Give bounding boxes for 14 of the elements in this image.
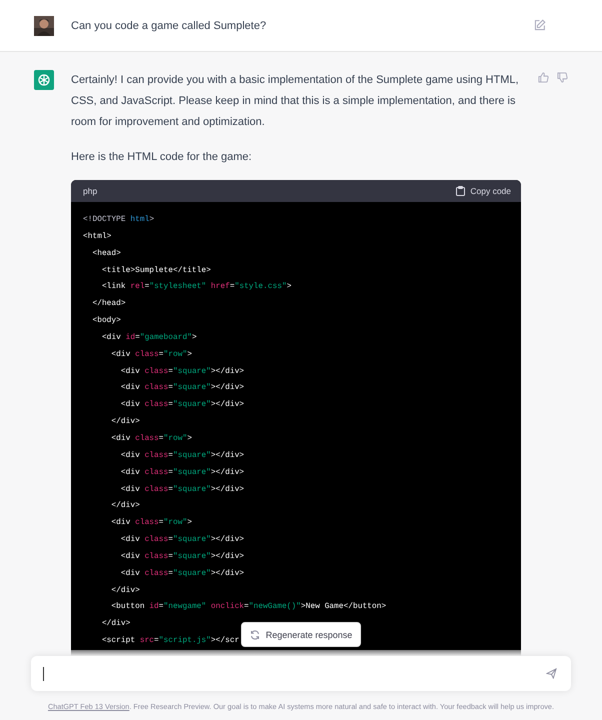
edit-icon[interactable] <box>533 19 546 32</box>
assistant-logo-icon <box>34 70 54 90</box>
code-language: php <box>83 186 98 196</box>
copy-code-button[interactable]: Copy code <box>456 186 511 196</box>
message-paragraph: Here is the HTML code for the game: <box>71 150 253 165</box>
send-icon[interactable] <box>546 668 557 679</box>
regenerate-response-button[interactable]: Regenerate response <box>240 622 362 647</box>
thumbs-up-icon[interactable] <box>538 72 549 83</box>
clipboard-icon <box>456 186 466 196</box>
message-paragraph: Certainly! I can provide you with a basic implementation of the Sumplete game using HTML, CSS, and JavaScript. Please keep in mind that this is a simple implementation, and there is room for improvement and optimization. <box>71 73 520 130</box>
user-message: Can you code a game called Sumplete? <box>71 20 268 32</box>
message-input-field[interactable] <box>31 656 571 691</box>
thumbs-down-icon[interactable] <box>557 72 568 83</box>
refresh-icon <box>250 630 260 640</box>
